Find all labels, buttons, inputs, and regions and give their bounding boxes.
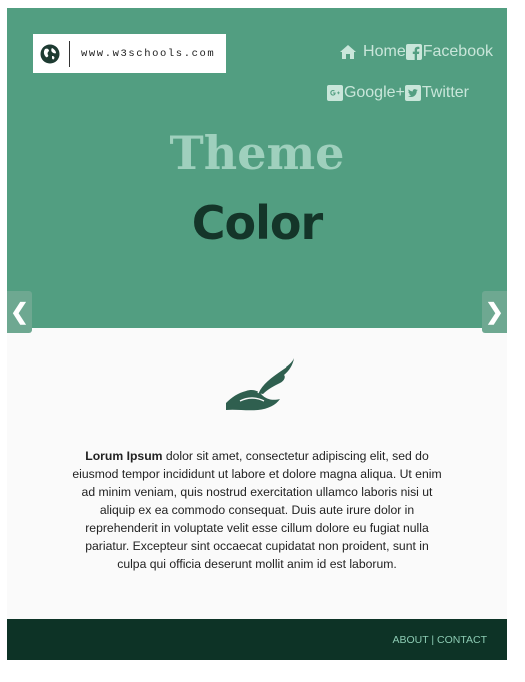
footer-links: ABOUT | CONTACT <box>392 634 487 646</box>
nav-google-link[interactable]: Google+ <box>326 84 405 102</box>
nav-row-primary: Home Facebook <box>327 42 493 62</box>
top-nav: Home Facebook Google+ Twitter <box>326 42 493 103</box>
footer: ABOUT | CONTACT <box>7 619 507 660</box>
carousel-prev-button[interactable]: ❮ <box>7 291 32 333</box>
footer-contact-link[interactable]: CONTACT <box>437 634 487 646</box>
content-lead: Lorum Ipsum <box>85 449 163 463</box>
logo[interactable]: www.w3schools.com <box>33 34 226 73</box>
content-body: dolor sit amet, consectetur adipiscing e… <box>72 449 442 571</box>
home-icon <box>340 45 357 59</box>
nav-facebook-link[interactable]: Facebook <box>405 43 493 61</box>
logo-divider <box>69 40 70 67</box>
nav-twitter-label: Twitter <box>421 84 469 101</box>
hero-banner: www.w3schools.com Home Facebook Google+ … <box>7 8 507 333</box>
nav-twitter-link[interactable]: Twitter <box>404 84 469 102</box>
carousel-next-button[interactable]: ❯ <box>482 291 507 333</box>
twitter-icon <box>404 85 421 101</box>
content-paragraph: Lorum Ipsum dolor sit amet, consectetur … <box>71 447 443 573</box>
nav-home-label: Home <box>363 43 406 60</box>
page-frame: www.w3schools.com Home Facebook Google+ … <box>7 8 507 660</box>
nav-home-link[interactable]: Home <box>339 43 406 61</box>
globe-icon <box>40 44 60 63</box>
hero-title-line2: Color <box>191 196 323 250</box>
footer-about-link[interactable]: ABOUT <box>392 634 428 646</box>
hero-title-line1: Theme <box>169 126 345 180</box>
facebook-icon <box>405 44 422 60</box>
nav-facebook-label: Facebook <box>422 43 493 60</box>
footer-separator: | <box>431 634 435 646</box>
nav-google-label: Google+ <box>343 84 405 101</box>
nav-row-secondary: Google+ Twitter <box>326 83 469 103</box>
google-plus-icon <box>326 85 343 101</box>
feather-hat-icon <box>226 358 294 411</box>
logo-text: www.w3schools.com <box>81 47 216 60</box>
